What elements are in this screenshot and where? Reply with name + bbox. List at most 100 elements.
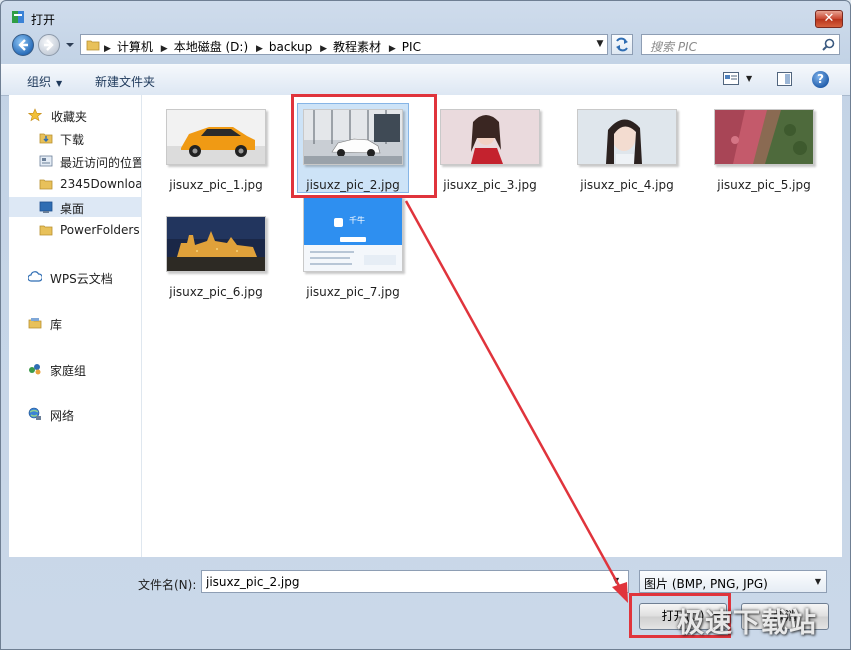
file-item[interactable]: jisuxz_pic_1.jpg [156,101,276,201]
sidebar-item-network[interactable]: 网络 [9,404,141,424]
sidebar-item-label: WPS云文档 [50,272,113,286]
sidebar-item-label: 桌面 [60,202,85,216]
change-view-icon[interactable] [723,72,739,85]
chevron-right-icon[interactable]: ▶ [320,44,327,54]
file-type-select[interactable]: 图片 (BMP, PNG, JPG) ▼ [639,570,827,593]
file-thumbnail [714,109,814,165]
close-button[interactable]: ✕ [815,10,843,28]
arrow-left-icon [18,39,28,51]
chevron-right-icon[interactable]: ▶ [104,44,111,54]
folder-icon [39,179,53,190]
file-thumbnail: 千牛 [303,196,403,274]
title-bar: 打开 ✕ [1,1,850,31]
search-placeholder: 搜索 PIC [650,40,697,54]
annotation-highlight-file [291,94,437,198]
search-icon[interactable] [822,38,835,51]
app-thumbnail-label: 千牛 [349,216,365,225]
chevron-down-icon: ▼ [56,79,63,88]
breadcrumb-item[interactable]: PIC [402,40,421,54]
sidebar-item-label: 收藏夹 [51,110,88,124]
sidebar-item-label: 网络 [50,409,75,423]
breadcrumb-item[interactable]: 教程素材 [333,38,381,55]
sidebar-item-libraries[interactable]: 库 [9,313,141,333]
watermark: 极速下载站 [677,608,817,639]
help-icon[interactable]: ? [812,71,829,88]
app-screenshot-thumbnail [303,196,403,272]
file-name: jisuxz_pic_6.jpg [169,285,263,299]
woman-portrait-thumbnail [577,109,677,165]
refresh-icon [616,37,628,52]
library-icon [28,318,42,329]
file-name: jisuxz_pic_1.jpg [169,178,263,192]
file-item[interactable]: jisuxz_pic_3.jpg [430,101,550,201]
organize-label: 组织 [27,75,52,89]
filename-input[interactable] [201,570,629,593]
orange-suv-thumbnail [166,109,266,165]
file-thumbnail [577,109,677,165]
file-name: jisuxz_pic_4.jpg [580,178,674,192]
app-icon [12,11,24,23]
sidebar-item-favorites[interactable]: 收藏夹 [9,105,141,125]
chevron-right-icon[interactable]: ▶ [161,44,168,54]
file-name: jisuxz_pic_3.jpg [443,178,537,192]
command-toolbar: 组织 ▼ 新建文件夹 ▼ ? [1,64,850,96]
file-thumbnail [166,109,266,165]
address-dropdown-icon[interactable]: ▼ [593,34,607,55]
file-item[interactable]: jisuxz_pic_4.jpg [567,101,687,201]
file-thumbnail [166,216,266,272]
network-icon [28,407,41,420]
breadcrumb-item[interactable]: 计算机 [117,38,153,55]
refresh-button[interactable] [611,34,633,55]
woman-red-dress-thumbnail [440,109,540,165]
sidebar-item-desktop[interactable]: 桌面 [9,197,141,217]
sidebar-item-2345downloads[interactable]: 2345Downloads [9,174,141,194]
window-title: 打开 [31,13,56,27]
sidebar-item-recent-places[interactable]: 最近访问的位置 [9,151,141,171]
recent-pages-icon[interactable] [65,41,75,49]
file-thumbnail [440,109,540,165]
sidebar-item-label: 最近访问的位置 [60,156,141,170]
address-bar[interactable]: ▶ 计算机 ▶ 本地磁盘 (D:) ▶ backup ▶ 教程素材 ▶ PIC [80,34,608,55]
new-folder-button[interactable]: 新建文件夹 [95,73,155,90]
filename-label: 文件名(N): [138,578,197,592]
navigation-pane: 收藏夹 下载 最近访问的位置 2345Downloads [9,95,142,557]
sidebar-item-label: 2345Downloads [60,177,141,191]
breadcrumb-item[interactable]: backup [269,40,312,54]
aerial-forest-thumbnail [714,109,814,165]
recent-places-icon [39,155,53,167]
open-file-dialog: 打开 ✕ ▶ 计算机 ▶ 本地磁盘 (D:) ▶ backup ▶ 教程素材 ▶… [0,0,851,650]
chevron-right-icon[interactable]: ▶ [256,44,263,54]
filename-history-dropdown-icon[interactable]: ▼ [613,576,619,585]
sidebar-item-powerfolders[interactable]: PowerFolders [9,220,141,240]
file-name: jisuxz_pic_5.jpg [717,178,811,192]
file-type-value: 图片 (BMP, PNG, JPG) [644,577,768,591]
back-button[interactable] [12,34,34,56]
preview-pane-icon[interactable] [777,72,792,86]
folder-icon [86,40,100,51]
sidebar-item-homegroup[interactable]: 家庭组 [9,359,141,379]
desktop-icon [39,201,53,213]
sidebar-item-wps-cloud[interactable]: WPS云文档 [9,267,141,287]
file-list: jisuxz_pic_1.jpg jisuxz_pic_2.jpg jisuxz… [142,95,842,557]
breadcrumb: ▶ 计算机 ▶ 本地磁盘 (D:) ▶ backup ▶ 教程素材 ▶ PIC [104,38,425,55]
file-item[interactable]: jisuxz_pic_6.jpg [156,208,276,308]
chevron-right-icon[interactable]: ▶ [389,44,396,54]
download-folder-icon [39,133,53,144]
star-icon [28,108,42,122]
navigation-bar: ▶ 计算机 ▶ 本地磁盘 (D:) ▶ backup ▶ 教程素材 ▶ PIC ▼ 搜索 … [1,31,850,59]
file-item[interactable]: 千牛 jisuxz_pic_7.jpg [293,196,413,308]
sidebar-item-label: 下载 [60,133,85,147]
folder-icon [39,225,53,236]
file-item[interactable]: jisuxz_pic_5.jpg [704,101,824,201]
organize-button[interactable]: 组织 ▼ [27,73,62,90]
forward-button[interactable] [38,34,60,56]
view-options-dropdown-icon[interactable]: ▼ [746,74,752,83]
sidebar-item-label: 库 [50,318,63,332]
file-name: jisuxz_pic_7.jpg [306,285,400,299]
search-box[interactable]: 搜索 PIC [641,34,840,55]
arrow-right-icon [44,39,54,51]
cloud-icon [28,271,42,282]
sidebar-item-downloads[interactable]: 下载 [9,128,141,148]
breadcrumb-item[interactable]: 本地磁盘 (D:) [174,38,248,55]
night-castle-thumbnail [166,216,266,272]
